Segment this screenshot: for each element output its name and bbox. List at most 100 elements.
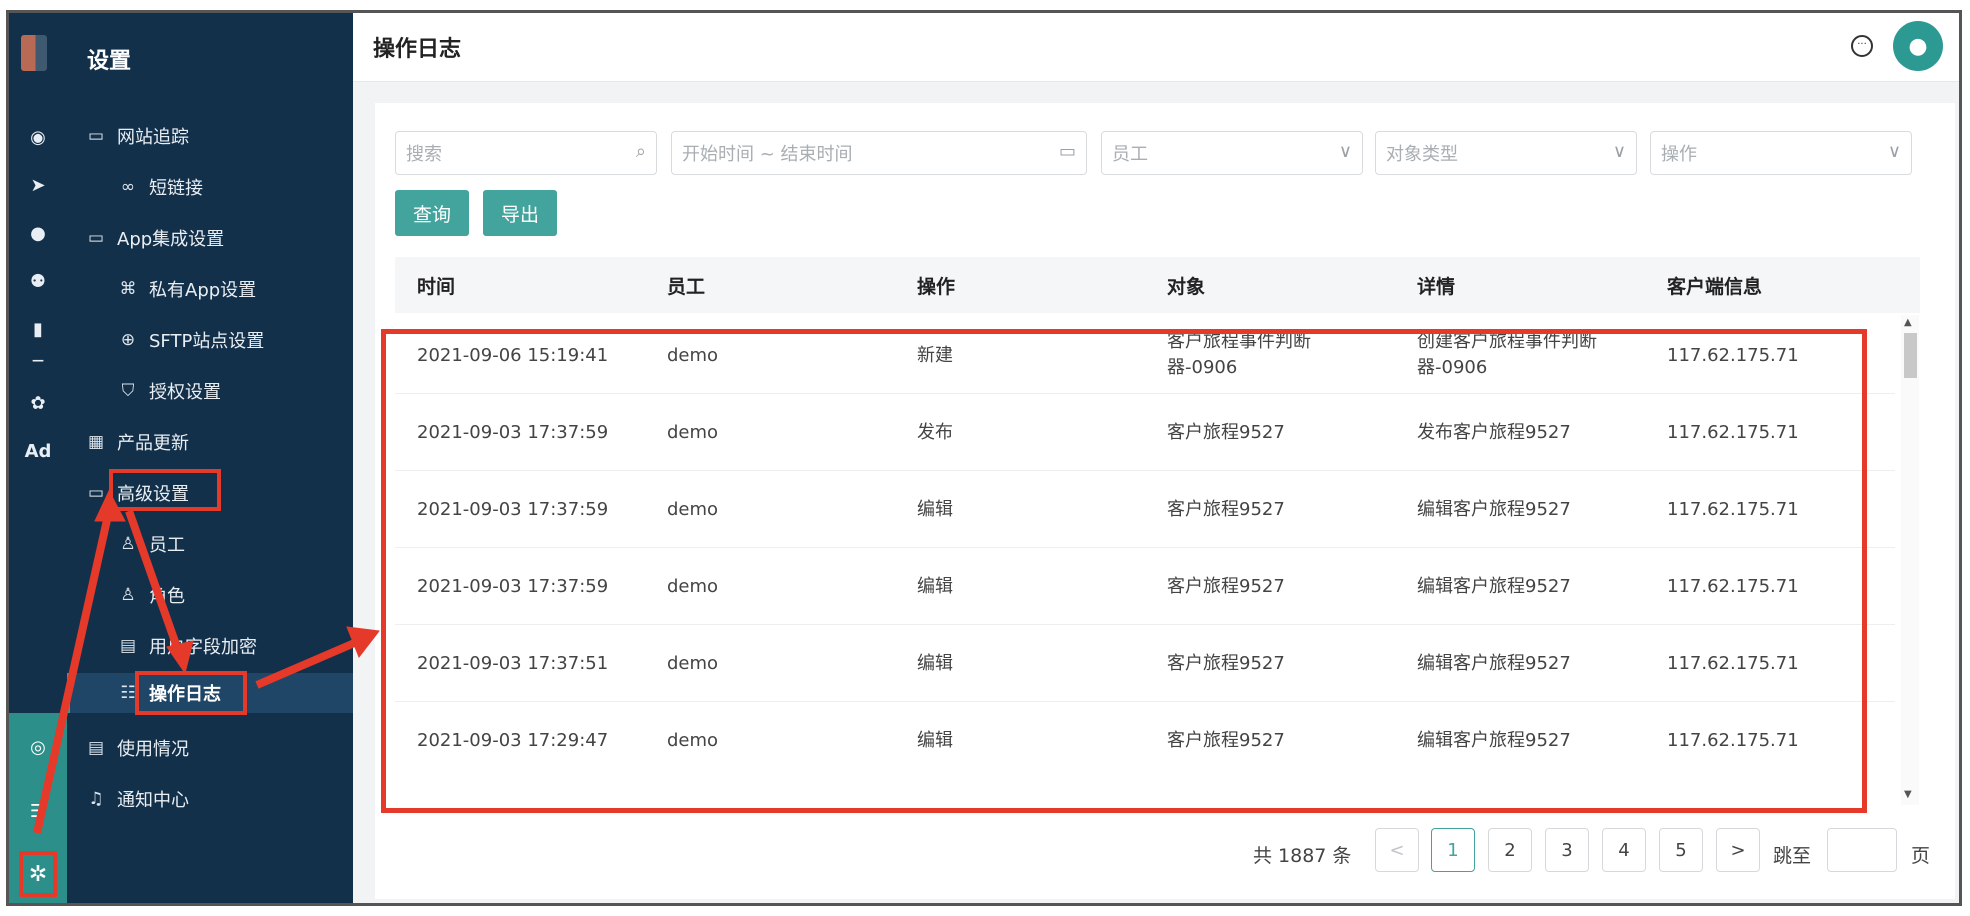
annotation-box-table bbox=[381, 329, 1867, 813]
user-icon[interactable]: ● bbox=[9, 213, 67, 253]
sidebar-item-label: 通知中心 bbox=[117, 790, 189, 811]
sidebar-item-label: 产品更新 bbox=[117, 433, 189, 454]
search-icon: ⌕ bbox=[635, 141, 646, 162]
sidebar-item-notifications[interactable]: ♫ 通知中心 bbox=[83, 779, 189, 819]
pagination-page-1[interactable]: 1 bbox=[1431, 828, 1475, 872]
bar-chart-icon[interactable]: ▮ bbox=[9, 309, 67, 349]
date-range-picker[interactable]: 开始时间 ~ 结束时间 ▭ bbox=[671, 131, 1087, 175]
sidebar-item-authorization[interactable]: ⛉ 授权设置 bbox=[115, 371, 221, 411]
app-window: ◉ ➤ ● ⚉ ▮ — ✿ Ad ◎ ☰ ✲ 设置 ▭ 网站追踪 ∞ 短链接 ▭… bbox=[6, 10, 1962, 906]
sidebar-item-short-link[interactable]: ∞ 短链接 bbox=[115, 167, 203, 207]
object-type-placeholder: 对象类型 bbox=[1386, 144, 1458, 165]
search-placeholder: 搜索 bbox=[406, 144, 442, 165]
pagination-page-4[interactable]: 4 bbox=[1602, 828, 1646, 872]
sidebar-item-label: SFTP站点设置 bbox=[149, 331, 265, 352]
folder-icon: ▭ bbox=[87, 126, 105, 146]
pagination-total: 共 1887 条 bbox=[1253, 845, 1352, 867]
sidebar-title: 设置 bbox=[87, 49, 132, 74]
column-header-object: 对象 bbox=[1167, 275, 1206, 298]
query-button[interactable]: 查询 bbox=[395, 190, 469, 236]
folder-icon: ▭ bbox=[87, 228, 105, 248]
sidebar-item-product-updates[interactable]: ▦ 产品更新 bbox=[83, 422, 189, 462]
annotation-box-advanced bbox=[109, 469, 221, 511]
pagination-jump-label: 跳至 bbox=[1773, 845, 1812, 867]
pagination-jump-input[interactable] bbox=[1827, 828, 1897, 872]
chevron-down-icon: ∨ bbox=[1338, 141, 1352, 162]
pagination-next-button[interactable]: > bbox=[1716, 828, 1760, 872]
chevron-down-icon: ∨ bbox=[1612, 141, 1626, 162]
date-placeholder: 开始时间 ~ 结束时间 bbox=[682, 144, 853, 165]
table-header: 时间 员工 操作 对象 详情 客户端信息 bbox=[395, 257, 1920, 313]
dashboard-icon[interactable]: ◉ bbox=[9, 117, 67, 157]
role-icon: ♙ bbox=[120, 585, 136, 605]
column-header-client: 客户端信息 bbox=[1667, 275, 1763, 298]
sidebar-item-roles[interactable]: ♙ 角色 bbox=[115, 575, 185, 615]
sidebar-item-label: 私有App设置 bbox=[149, 280, 257, 301]
sidebar-item-label: 授权设置 bbox=[149, 382, 221, 403]
table-scrollbar[interactable] bbox=[1901, 315, 1919, 805]
top-bar: 操作日志 ··· ● bbox=[353, 13, 1959, 82]
send-icon[interactable]: ➤ bbox=[9, 165, 67, 205]
pagination-page-5[interactable]: 5 bbox=[1659, 828, 1703, 872]
lock-doc-icon: ▤ bbox=[119, 636, 137, 656]
scroll-down-icon[interactable]: ▼ bbox=[1904, 789, 1912, 800]
users-icon[interactable]: ⚉ bbox=[9, 261, 67, 301]
settings-sidebar: 设置 ▭ 网站追踪 ∞ 短链接 ▭ App集成设置 ⌘ 私有App设置 ⊕ SF… bbox=[67, 13, 353, 903]
sidebar-item-private-app[interactable]: ⌘ 私有App设置 bbox=[115, 269, 257, 309]
scrollbar-thumb[interactable] bbox=[1904, 333, 1917, 378]
column-header-action: 操作 bbox=[917, 275, 956, 298]
bell-icon: ♫ bbox=[88, 789, 104, 809]
wechat-icon[interactable]: ✿ bbox=[9, 383, 67, 423]
sidebar-item-usage[interactable]: ▤ 使用情况 bbox=[83, 728, 189, 768]
page-title: 操作日志 bbox=[373, 37, 462, 62]
avatar[interactable]: ● bbox=[1893, 21, 1943, 71]
pagination-page-suffix: 页 bbox=[1911, 845, 1931, 867]
employee-placeholder: 员工 bbox=[1112, 144, 1148, 165]
server-icon[interactable]: ☰ bbox=[9, 791, 67, 831]
logo bbox=[21, 35, 47, 71]
column-header-detail: 详情 bbox=[1417, 275, 1456, 298]
gear-icon[interactable]: ✲ bbox=[19, 851, 57, 897]
sidebar-item-label: App集成设置 bbox=[117, 229, 225, 250]
sidebar-item-sftp[interactable]: ⊕ SFTP站点设置 bbox=[115, 320, 264, 360]
link-icon: ∞ bbox=[120, 177, 136, 197]
sidebar-item-field-encryption[interactable]: ▤ 用户字段加密 bbox=[115, 626, 257, 666]
divider: — bbox=[32, 353, 44, 367]
sidebar-item-label: 使用情况 bbox=[117, 739, 189, 760]
sidebar-item-label: 用户字段加密 bbox=[149, 637, 257, 658]
sidebar-item-website-tracking[interactable]: ▭ 网站追踪 bbox=[83, 116, 189, 156]
sidebar-item-app-integration[interactable]: ▭ App集成设置 bbox=[83, 218, 224, 258]
circle-dot-icon[interactable]: ◎ bbox=[9, 727, 67, 767]
sidebar-item-label: 角色 bbox=[149, 586, 185, 607]
column-header-time: 时间 bbox=[417, 275, 456, 298]
grid-icon: ▦ bbox=[87, 432, 105, 452]
scroll-up-icon[interactable]: ▲ bbox=[1904, 317, 1912, 328]
folder-icon: ▭ bbox=[87, 483, 105, 503]
app-icon: ⌘ bbox=[119, 279, 137, 299]
sidebar-item-label: 短链接 bbox=[149, 178, 203, 199]
content-panel: 搜索 ⌕ 开始时间 ~ 结束时间 ▭ 员工 ∨ 对象类型 ∨ 操作 ∨ 查询 导… bbox=[375, 103, 1955, 899]
export-button[interactable]: 导出 bbox=[483, 190, 557, 236]
annotation-box-operation-log bbox=[135, 671, 247, 715]
sidebar-item-label: 员工 bbox=[149, 535, 185, 556]
pagination-prev-button[interactable]: < bbox=[1375, 828, 1419, 872]
sidebar-item-employees[interactable]: ♙ 员工 bbox=[115, 524, 185, 564]
pagination-page-2[interactable]: 2 bbox=[1488, 828, 1532, 872]
calendar-icon: ▭ bbox=[1058, 141, 1076, 162]
icon-rail: ◉ ➤ ● ⚉ ▮ — ✿ Ad ◎ ☰ ✲ bbox=[9, 13, 67, 903]
employee-select[interactable]: 员工 ∨ bbox=[1101, 131, 1363, 175]
search-input[interactable]: 搜索 ⌕ bbox=[395, 131, 657, 175]
pagination-page-3[interactable]: 3 bbox=[1545, 828, 1589, 872]
ad-icon[interactable]: Ad bbox=[9, 431, 67, 471]
chevron-down-icon: ∨ bbox=[1887, 141, 1901, 162]
sidebar-item-label: 网站追踪 bbox=[117, 127, 189, 148]
person-icon: ♙ bbox=[120, 534, 136, 554]
object-type-select[interactable]: 对象类型 ∨ bbox=[1375, 131, 1637, 175]
action-select[interactable]: 操作 ∨ bbox=[1650, 131, 1912, 175]
usage-icon: ▤ bbox=[87, 738, 105, 758]
globe-icon: ⊕ bbox=[120, 330, 136, 350]
rail-bottom-group: ◎ ☰ ✲ bbox=[9, 713, 67, 903]
action-placeholder: 操作 bbox=[1661, 144, 1697, 165]
chat-icon[interactable]: ··· bbox=[1851, 35, 1873, 57]
column-header-employee: 员工 bbox=[667, 275, 706, 298]
